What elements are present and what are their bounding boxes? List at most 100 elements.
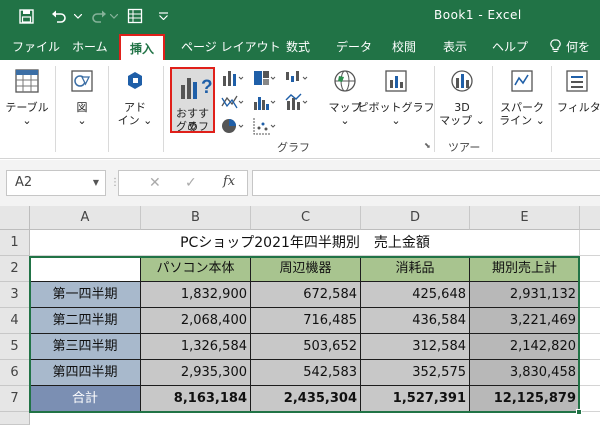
row-header-8[interactable] (0, 412, 30, 425)
statistic-chart-icon[interactable] (252, 92, 276, 112)
header-cell-pc[interactable]: パソコン本体 (141, 256, 251, 282)
hierarchy-chart-icon[interactable] (252, 68, 276, 88)
undo-dropdown-icon[interactable] (72, 6, 84, 26)
formula-input[interactable] (252, 170, 600, 196)
data-cell[interactable]: 312,584 (361, 334, 470, 360)
tab-formulas[interactable]: 数式 (286, 38, 310, 55)
column-header-e[interactable]: E (470, 206, 580, 230)
table-button[interactable]: テーブル ⌄ (4, 68, 50, 127)
row-header-2[interactable]: 2 (0, 256, 30, 282)
combo-chart-icon[interactable] (284, 92, 308, 112)
svg-text:?: ? (201, 77, 213, 98)
row-header-3[interactable]: 3 (0, 282, 30, 308)
data-cell[interactable]: 2,142,820 (470, 334, 580, 360)
row-header-5[interactable]: 5 (0, 334, 30, 360)
row-header-6[interactable]: 6 (0, 360, 30, 386)
column-header-a[interactable]: A (30, 206, 141, 230)
tab-insert[interactable]: 挿入 (119, 34, 165, 60)
fill-handle[interactable] (576, 409, 582, 415)
enter-icon[interactable]: ✓ (185, 175, 197, 191)
data-cell[interactable]: 503,652 (251, 334, 361, 360)
tab-review[interactable]: 校閲 (392, 38, 416, 55)
header-cell-supplies[interactable]: 消耗品 (361, 256, 470, 282)
insert-function-icon[interactable]: fx (223, 174, 235, 189)
undo-icon[interactable] (48, 6, 70, 26)
customize-icon[interactable] (156, 6, 170, 26)
cell[interactable] (580, 230, 600, 256)
cell[interactable] (580, 386, 600, 412)
data-cell[interactable]: 3,830,458 (470, 360, 580, 386)
chevron-down-icon[interactable]: ▼ (93, 171, 99, 195)
tab-data[interactable]: データ (336, 38, 372, 55)
total-cell[interactable]: 1,527,391 (361, 386, 470, 412)
cell[interactable] (580, 334, 600, 360)
quarter-label[interactable]: 第三四半期 (30, 334, 141, 360)
data-cell[interactable]: 2,935,300 (141, 360, 251, 386)
header-cell-a2[interactable] (30, 256, 141, 282)
row-header-7[interactable]: 7 (0, 386, 30, 412)
redo-icon[interactable] (88, 6, 110, 26)
cell[interactable] (580, 282, 600, 308)
quarter-label[interactable]: 第四四半期 (30, 360, 141, 386)
name-box[interactable]: A2 ▼ (6, 170, 106, 196)
data-cell[interactable]: 2,068,400 (141, 308, 251, 334)
total-cell[interactable]: 12,125,879 (470, 386, 580, 412)
recommended-charts-button[interactable]: ? おすすめ グラフ (170, 67, 215, 133)
illustrations-button[interactable]: 図 ⌄ (62, 68, 102, 127)
row-header-4[interactable]: 4 (0, 308, 30, 334)
cancel-icon[interactable]: ✕ (149, 175, 161, 191)
total-cell[interactable]: 2,435,304 (251, 386, 361, 412)
scatter-chart-icon[interactable] (252, 116, 276, 136)
3d-map-button[interactable]: 3D マップ ⌄ (439, 68, 485, 127)
tab-help[interactable]: ヘルプ (492, 38, 528, 55)
cell[interactable] (580, 308, 600, 334)
quarter-label[interactable]: 第一四半期 (30, 282, 141, 308)
tab-page-layout[interactable]: ページ レイアウト (181, 38, 281, 55)
table-icon (15, 69, 39, 93)
tell-me-label: 何を (566, 40, 591, 54)
form-icon[interactable] (124, 6, 146, 26)
quarter-label[interactable]: 第二四半期 (30, 308, 141, 334)
column-header-f[interactable] (580, 206, 600, 230)
tab-home[interactable]: ホーム (72, 38, 108, 55)
addins-label-2-text: イン (117, 114, 140, 127)
tab-file[interactable]: ファイル (12, 38, 60, 55)
row-header-1[interactable]: 1 (0, 230, 30, 256)
cell[interactable] (580, 360, 600, 386)
waterfall-chart-icon[interactable] (284, 68, 308, 88)
separator (434, 66, 435, 152)
column-header-c[interactable]: C (251, 206, 361, 230)
save-icon[interactable] (16, 6, 36, 26)
tell-me-search[interactable]: 何を (550, 38, 590, 55)
sparklines-button[interactable]: スパーク ライン ⌄ (498, 68, 546, 127)
data-cell[interactable]: 672,584 (251, 282, 361, 308)
data-cell[interactable]: 716,485 (251, 308, 361, 334)
column-header-d[interactable]: D (361, 206, 470, 230)
data-cell[interactable]: 1,326,584 (141, 334, 251, 360)
line-chart-icon[interactable] (220, 92, 244, 112)
data-cell[interactable]: 1,832,900 (141, 282, 251, 308)
data-cell[interactable]: 542,583 (251, 360, 361, 386)
header-cell-peripheral[interactable]: 周辺機器 (251, 256, 361, 282)
select-all-corner[interactable] (0, 206, 30, 230)
dialog-launcher-icon[interactable]: ⬊ (424, 141, 431, 150)
pie-chart-icon[interactable] (220, 116, 244, 136)
data-cell[interactable]: 3,221,469 (470, 308, 580, 334)
separator (108, 66, 109, 152)
cell[interactable] (580, 256, 600, 282)
total-cell[interactable]: 8,163,184 (141, 386, 251, 412)
data-cell[interactable]: 352,575 (361, 360, 470, 386)
addins-button[interactable]: アド イン ⌄ (115, 68, 155, 127)
redo-dropdown-icon[interactable] (108, 6, 120, 26)
filter-button[interactable]: フィルター (554, 68, 600, 114)
data-cell[interactable]: 436,584 (361, 308, 470, 334)
column-chart-icon[interactable] (220, 68, 244, 88)
map-chart-button[interactable]: マップ ⌄ (328, 68, 362, 127)
data-cell[interactable]: 425,648 (361, 282, 470, 308)
tab-view[interactable]: 表示 (443, 38, 467, 55)
pivot-chart-button[interactable]: ピボットグラフ ⌄ (358, 68, 435, 127)
column-header-b[interactable]: B (141, 206, 251, 230)
header-cell-period-total[interactable]: 期別売上計 (470, 256, 580, 282)
data-cell[interactable]: 2,931,132 (470, 282, 580, 308)
total-label[interactable]: 合計 (30, 386, 141, 412)
